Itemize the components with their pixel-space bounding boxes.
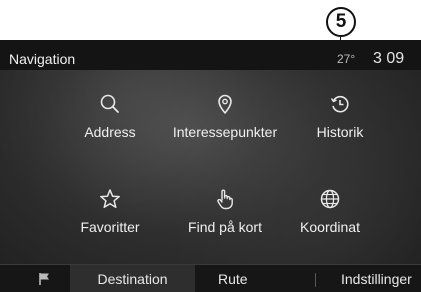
tab-settings[interactable]: Indstillinger — [341, 265, 412, 292]
menu-history-label: Historik — [316, 124, 364, 140]
menu-coordinates-label: Koordinat — [300, 219, 360, 235]
menu-address-label: Address — [84, 124, 136, 140]
location-pin-icon — [218, 94, 232, 114]
menu-address[interactable]: Address — [45, 93, 175, 140]
temperature-readout: 27° — [337, 52, 356, 66]
history-clock-icon — [330, 95, 349, 113]
navigation-screen: Navigation 27° 3 09 Address Interessepun… — [0, 40, 421, 292]
menu-poi[interactable]: Interessepunkter — [160, 93, 290, 140]
tab-divider — [315, 273, 316, 287]
tab-route[interactable]: Rute — [218, 265, 248, 292]
page-title: Navigation — [9, 51, 76, 67]
star-icon — [100, 189, 120, 209]
flag-icon — [39, 273, 49, 285]
tab-flag[interactable] — [8, 265, 68, 292]
globe-icon — [320, 189, 340, 209]
menu-coordinates[interactable]: Koordinat — [265, 188, 395, 235]
menu-favorites-label: Favoritter — [80, 219, 140, 235]
menu-history[interactable]: Historik — [275, 93, 405, 140]
hand-pointer-icon — [217, 189, 233, 210]
search-icon — [100, 94, 119, 113]
callout-number: 5 — [326, 7, 356, 37]
top-status-bar: Navigation 27° 3 09 — [0, 40, 421, 70]
bottom-tab-bar: Destination Rute Indstillinger — [0, 264, 421, 292]
tab-destination[interactable]: Destination — [70, 265, 195, 292]
menu-favorites[interactable]: Favoritter — [45, 188, 175, 235]
clock-readout: 3 09 — [373, 50, 405, 67]
menu-poi-label: Interessepunkter — [172, 124, 278, 140]
